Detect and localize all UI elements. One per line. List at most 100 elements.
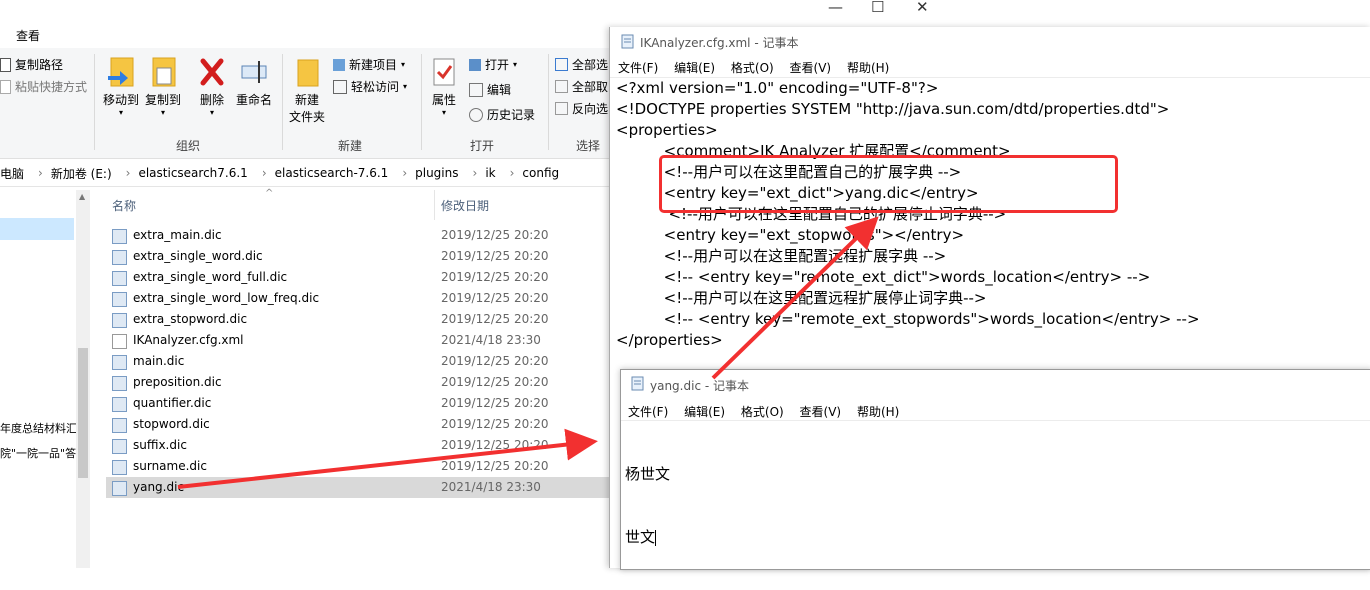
tab-view[interactable]: 查看 (16, 27, 40, 44)
divider (94, 54, 95, 150)
edit-button[interactable]: 编辑 (469, 81, 511, 98)
paste-shortcut-button[interactable]: 粘贴快捷方式 (0, 78, 87, 95)
text-line: 世文 (625, 528, 657, 546)
divider (282, 54, 283, 150)
properties-button[interactable]: 属性 ▾ (427, 56, 461, 117)
file-name: extra_main.dic (133, 228, 222, 242)
chevron-right-icon: › (38, 166, 43, 180)
file-row[interactable]: stopword.dic 2019/12/25 20:20 (106, 414, 610, 435)
text-caret (655, 529, 657, 546)
dictionary-file-icon (112, 376, 127, 391)
notepad-dic-window: yang.dic - 记事本 文件(F) 编辑(E) 格式(O) 查看(V) 帮… (620, 369, 1370, 570)
copy-to-button[interactable]: 复制到 ▾ (143, 56, 183, 117)
file-name: extra_single_word.dic (133, 249, 263, 263)
menu-edit[interactable]: 编辑(E) (674, 61, 715, 75)
breadcrumb-item[interactable]: config (522, 166, 559, 180)
file-date: 2019/12/25 20:20 (441, 228, 549, 242)
new-item-button[interactable]: 新建项目 ▾ (333, 56, 405, 73)
file-row[interactable]: preposition.dic 2019/12/25 20:20 (106, 372, 610, 393)
group-select-label: 选择 (576, 139, 601, 153)
file-row[interactable]: extra_stopword.dic 2019/12/25 20:20 (106, 309, 610, 330)
maximize-button[interactable]: ☐ (871, 0, 884, 16)
dictionary-file-icon (112, 313, 127, 328)
file-name: extra_stopword.dic (133, 312, 248, 326)
text-line: 杨世文 (625, 465, 671, 483)
menu-view[interactable]: 查看(V) (800, 405, 842, 419)
breadcrumb-item[interactable]: 电脑 (0, 165, 24, 182)
select-all-icon (555, 58, 568, 71)
text-line: <!--用户可以在这里配置远程扩展字典 --> (616, 247, 947, 265)
text-editor[interactable]: <?xml version="1.0" encoding="UTF-8"?> <!… (616, 78, 1200, 351)
menu-format[interactable]: 格式(O) (741, 405, 784, 419)
delete-button[interactable]: 删除 ▾ (195, 56, 229, 117)
file-date: 2019/12/25 20:20 (441, 354, 549, 368)
breadcrumb-item[interactable]: plugins (415, 166, 458, 180)
breadcrumb-item[interactable]: elasticsearch7.6.1 (138, 166, 247, 180)
menu-file[interactable]: 文件(F) (628, 405, 668, 419)
menu-help[interactable]: 帮助(H) (857, 405, 899, 419)
dictionary-file-icon (112, 355, 127, 370)
nav-scrollbar-thumb[interactable] (78, 348, 88, 478)
minimize-button[interactable]: — (828, 0, 843, 16)
menu-help[interactable]: 帮助(H) (847, 61, 889, 75)
file-date: 2019/12/25 20:20 (441, 375, 549, 389)
file-row[interactable]: suffix.dic 2019/12/25 20:20 (106, 435, 610, 456)
file-row[interactable]: IKAnalyzer.cfg.xml 2021/4/18 23:30 (106, 330, 610, 351)
file-name: suffix.dic (133, 438, 187, 452)
easy-access-icon (333, 79, 347, 94)
nav-selected-item[interactable] (0, 218, 74, 240)
history-button[interactable]: 历史记录 (469, 106, 535, 123)
easy-access-button[interactable]: 轻松访问 ▾ (333, 78, 407, 95)
file-row[interactable]: extra_single_word.dic 2019/12/25 20:20 (106, 246, 610, 267)
text-line: <!-- <entry key="remote_ext_dict">words_… (616, 268, 1151, 286)
select-none-button[interactable]: 全部取 (555, 78, 608, 95)
copy-path-icon (0, 57, 11, 72)
text-editor[interactable]: 杨世文 世文 (625, 422, 670, 590)
group-new-label: 新建 (338, 139, 363, 153)
breadcrumb-item[interactable]: elasticsearch-7.6.1 (275, 166, 389, 180)
file-date: 2021/4/18 23:30 (441, 480, 541, 494)
dictionary-file-icon (112, 481, 127, 496)
window-title: IKAnalyzer.cfg.xml - 记事本 (640, 36, 799, 50)
menu-file[interactable]: 文件(F) (618, 61, 658, 75)
scroll-up-icon[interactable]: ▲ (79, 192, 85, 201)
rename-icon (241, 61, 267, 83)
move-to-button[interactable]: 移动到 ▾ (101, 56, 141, 117)
copy-path-button[interactable]: 复制路径 (0, 56, 63, 73)
file-date: 2019/12/25 20:20 (441, 396, 549, 410)
file-date: 2019/12/25 20:20 (441, 249, 549, 263)
file-row[interactable]: extra_single_word_low_freq.dic 2019/12/25… (106, 288, 610, 309)
properties-icon (433, 58, 455, 86)
file-name: stopword.dic (133, 417, 210, 431)
text-line: <entry key="ext_stopwords"></entry> (616, 226, 965, 244)
dictionary-file-icon (112, 229, 127, 244)
menu-edit[interactable]: 编辑(E) (684, 405, 725, 419)
nav-item[interactable]: 年度总结材料汇 (0, 420, 77, 436)
dictionary-file-icon (112, 397, 127, 412)
file-row[interactable]: quantifier.dic 2019/12/25 20:20 (106, 393, 610, 414)
file-row[interactable]: extra_single_word_full.dic 2019/12/25 20:… (106, 267, 610, 288)
menu-format[interactable]: 格式(O) (731, 61, 774, 75)
new-folder-button[interactable]: 新建 文件夹 (287, 56, 327, 125)
file-row[interactable]: main.dic 2019/12/25 20:20 (106, 351, 610, 372)
file-name: preposition.dic (133, 375, 222, 389)
close-button[interactable]: ✕ (916, 0, 929, 16)
open-icon (469, 58, 481, 71)
column-header-name[interactable]: 名称 (112, 197, 136, 214)
sort-up-icon: ^ (265, 188, 274, 199)
menu-view[interactable]: 查看(V) (790, 61, 832, 75)
rename-button[interactable]: 重命名 (234, 56, 274, 108)
invert-select-button[interactable]: 反向选 (555, 100, 608, 117)
nav-item[interactable]: 院"一院一品"答 (0, 445, 76, 461)
column-header-modified[interactable]: 修改日期 (441, 197, 489, 214)
select-all-button[interactable]: 全部选 (555, 56, 608, 73)
menu-bar: 文件(F) 编辑(E) 格式(O) 查看(V) 帮助(H) (628, 403, 911, 420)
paste-shortcut-icon (0, 79, 11, 94)
chevron-right-icon: › (125, 166, 131, 180)
file-row[interactable]: surname.dic 2019/12/25 20:20 (106, 456, 610, 477)
breadcrumb-item[interactable]: 新加卷 (E:) (51, 165, 112, 182)
open-button[interactable]: 打开 ▾ (469, 56, 517, 73)
breadcrumb-item[interactable]: ik (485, 166, 495, 180)
file-row[interactable]: yang.dic 2021/4/18 23:30 (106, 477, 610, 498)
file-row[interactable]: extra_main.dic 2019/12/25 20:20 (106, 225, 610, 246)
